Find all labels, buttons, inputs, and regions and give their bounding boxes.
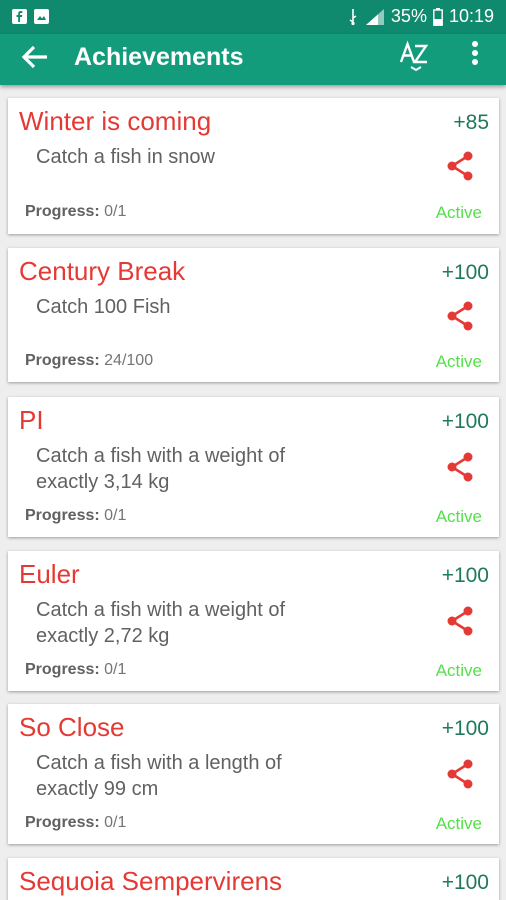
achievement-points: +100 [441, 871, 489, 894]
progress-text: Progress: 0/1 [25, 661, 126, 679]
status-active: Active [435, 507, 482, 526]
share-button[interactable] [444, 605, 476, 637]
achievement-title: PI [19, 405, 44, 435]
notification-icons [12, 9, 49, 24]
progress-text: Progress: 0/1 [25, 507, 126, 525]
app-bar: Achievements [0, 34, 506, 85]
achievement-title: So Close [19, 712, 125, 742]
progress-value: 24/100 [104, 352, 154, 369]
sort-az-icon [399, 40, 429, 72]
achievement-card[interactable]: So Close +100 Catch a fish with a length… [8, 704, 499, 844]
more-options-button[interactable] [460, 38, 490, 78]
progress-label: Progress: [25, 814, 100, 831]
status-active: Active [435, 352, 482, 371]
signal-icon [365, 8, 384, 25]
progress-value: 0/1 [104, 203, 127, 220]
system-status: 35% 10:19 [347, 6, 494, 27]
clock: 10:19 [448, 6, 494, 26]
progress-label: Progress: [25, 507, 100, 524]
progress-text: Progress: 0/1 [25, 814, 126, 832]
achievement-card[interactable]: PI +100 Catch a fish with a weight of ex… [8, 397, 499, 537]
share-icon [447, 151, 473, 181]
status-active: Active [435, 814, 482, 833]
progress-text: Progress: 24/100 [25, 352, 153, 370]
share-button[interactable] [444, 300, 476, 332]
achievement-description: Catch a fish in snow [36, 146, 215, 168]
share-icon [447, 452, 473, 482]
usb-icon [349, 8, 357, 25]
progress-value: 0/1 [104, 814, 127, 831]
share-icon [447, 606, 473, 636]
achievement-list: Winter is coming +85 Catch a fish in sno… [0, 85, 506, 900]
achievement-description: Catch a fish with a weight of exactly 3,… [36, 445, 286, 493]
facebook-icon [12, 9, 27, 24]
achievement-card[interactable]: Winter is coming +85 Catch a fish in sno… [8, 98, 499, 234]
share-button[interactable] [444, 150, 476, 182]
sort-az-button[interactable] [396, 38, 436, 78]
gallery-icon [34, 9, 49, 24]
achievement-card[interactable]: Euler +100 Catch a fish with a weight of… [8, 551, 499, 691]
status-active: Active [435, 203, 482, 222]
page-title: Achievements [74, 43, 244, 71]
progress-label: Progress: [25, 203, 100, 220]
share-button[interactable] [444, 758, 476, 790]
achievement-description: Catch 100 Fish [36, 296, 171, 318]
achievement-points: +100 [441, 410, 489, 433]
back-button[interactable] [18, 40, 52, 74]
battery-percent: 35% [390, 6, 427, 26]
more-vert-icon [472, 41, 478, 65]
achievement-title: Euler [19, 559, 80, 589]
progress-value: 0/1 [104, 507, 127, 524]
arrow-back-icon [21, 45, 47, 69]
progress-value: 0/1 [104, 661, 127, 678]
share-icon [447, 301, 473, 331]
achievement-description: Catch a fish with a length of exactly 99… [36, 752, 282, 800]
achievement-card[interactable]: Century Break +100 Catch 100 Fish Progre… [8, 248, 499, 382]
progress-label: Progress: [25, 661, 100, 678]
status-bar: 35% 10:19 [0, 0, 506, 34]
achievement-points: +100 [441, 717, 489, 740]
achievement-description: Catch a fish with a weight of exactly 2,… [36, 599, 286, 647]
progress-text: Progress: 0/1 [25, 203, 126, 221]
achievement-points: +100 [441, 564, 489, 587]
achievement-points: +85 [453, 111, 489, 134]
achievement-title: Winter is coming [19, 106, 212, 136]
status-active: Active [435, 661, 482, 680]
achievement-card[interactable]: Sequoia Sempervirens +100 [8, 858, 499, 900]
achievement-title: Century Break [19, 256, 186, 286]
share-button[interactable] [444, 451, 476, 483]
progress-label: Progress: [25, 352, 100, 369]
achievement-title: Sequoia Sempervirens [19, 866, 283, 896]
share-icon [447, 759, 473, 789]
battery-icon [433, 7, 443, 26]
achievement-points: +100 [441, 261, 489, 284]
